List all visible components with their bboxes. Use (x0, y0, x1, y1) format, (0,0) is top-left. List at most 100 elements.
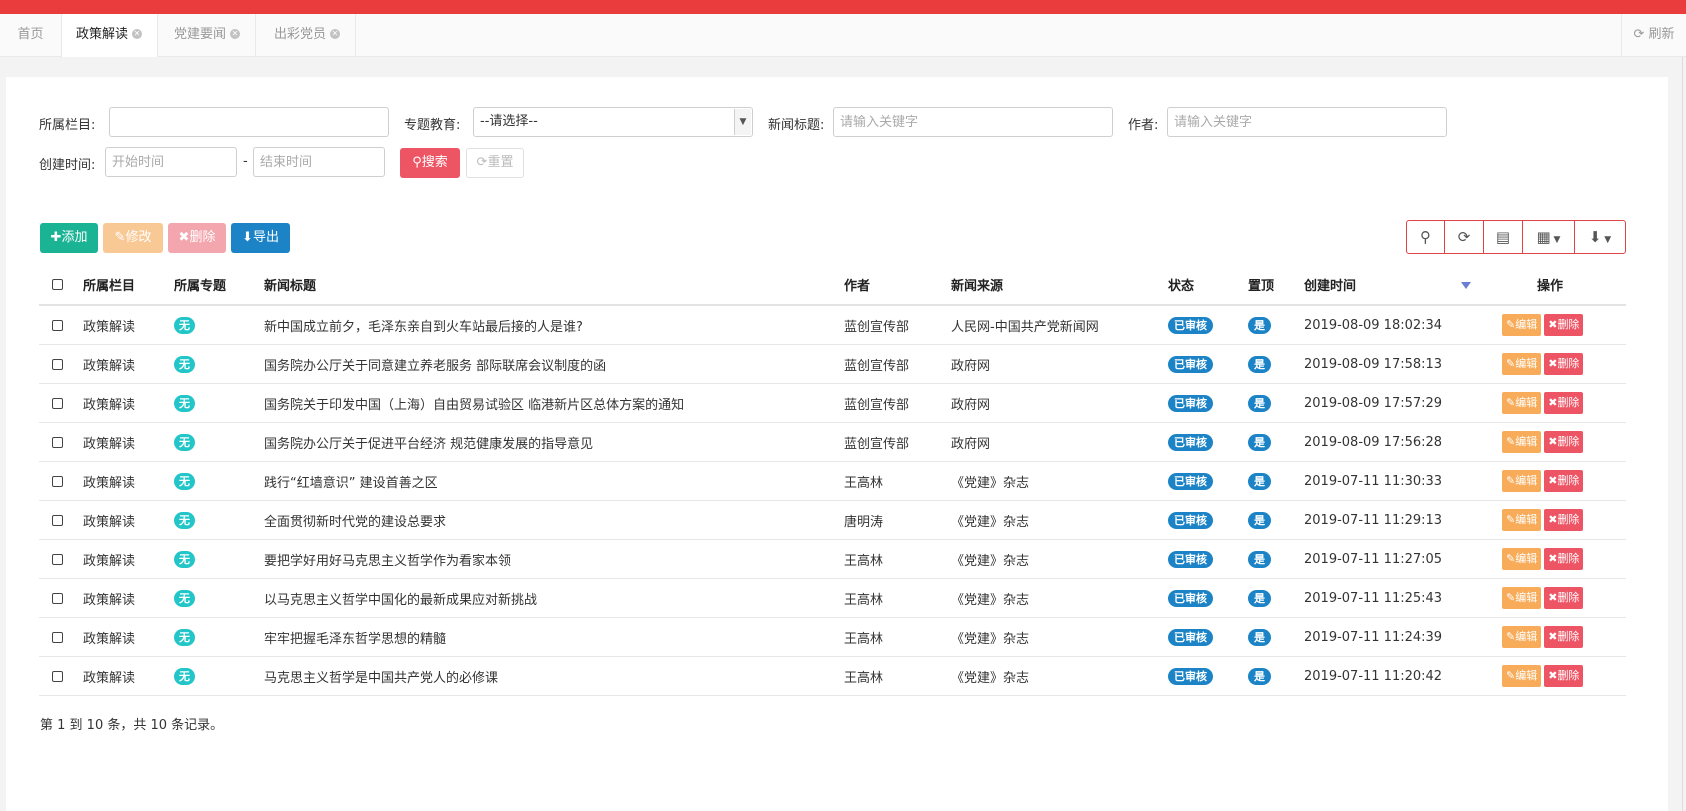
row-delete-button[interactable]: ✖删除 (1544, 587, 1584, 609)
select-all-checkbox[interactable] (52, 264, 63, 304)
table-row[interactable]: 政策解读 无 新中国成立前夕，毛泽东亲自到火车站最后接的人是谁? 蓝创宣传部 人民网-中… (39, 306, 1626, 345)
table-row[interactable]: 政策解读 无 国务院关于印发中国（上海）自由贸易试验区 临港新片区总体方案的通知 蓝创… (39, 384, 1626, 423)
row-checkbox[interactable] (52, 384, 63, 422)
header-topic[interactable]: 所属专题 (174, 264, 226, 304)
row-edit-button[interactable]: ✎编辑 (1502, 470, 1542, 492)
tab-policy[interactable]: 政策解读 ✕ (62, 14, 158, 57)
header-status[interactable]: 状态 (1168, 264, 1194, 304)
header-source[interactable]: 新闻来源 (951, 264, 1003, 304)
table-row[interactable]: 政策解读 无 全面贯彻新时代党的建设总要求 唐明涛 《党建》杂志 已审核 是 2019-07-… (39, 501, 1626, 540)
table-row[interactable]: 政策解读 无 国务院办公厅关于促进平台经济 规范健康发展的指导意见 蓝创宣传部 政府网 已… (39, 423, 1626, 462)
row-checkbox[interactable] (52, 462, 63, 500)
row-edit-button[interactable]: ✎编辑 (1502, 587, 1542, 609)
sort-desc-icon[interactable] (1461, 282, 1471, 289)
edit-icon: ✎ (1506, 591, 1516, 604)
cell-title: 新中国成立前夕，毛泽东亲自到火车站最后接的人是谁? (264, 319, 583, 335)
title-search-input[interactable] (833, 107, 1113, 137)
top-badge: 是 (1248, 394, 1271, 412)
row-edit-label: 编辑 (1515, 318, 1538, 331)
tab-outstanding-members[interactable]: 出彩党员 ✕ (256, 14, 356, 56)
row-delete-label: 删除 (1557, 630, 1580, 643)
row-delete-button[interactable]: ✖删除 (1544, 431, 1584, 453)
cell-source: 政府网 (951, 358, 991, 374)
edit-button[interactable]: ✎修改 (103, 223, 163, 253)
cell-status: 已审核 (1168, 345, 1213, 383)
tab-home[interactable]: 首页 (0, 14, 62, 56)
row-edit-button[interactable]: ✎编辑 (1502, 314, 1542, 336)
row-edit-button[interactable]: ✎编辑 (1502, 392, 1542, 414)
row-edit-button[interactable]: ✎编辑 (1502, 353, 1542, 375)
cell-topic: 无 (174, 540, 195, 578)
reset-button[interactable]: ⟳重置 (466, 148, 524, 178)
close-icon[interactable]: ✕ (330, 28, 341, 39)
row-checkbox[interactable] (52, 423, 63, 461)
row-checkbox[interactable] (52, 657, 63, 695)
row-checkbox[interactable] (52, 345, 63, 383)
row-edit-button[interactable]: ✎编辑 (1502, 665, 1542, 687)
cell-created: 2019-07-11 11:24:39 (1304, 629, 1443, 645)
table-row[interactable]: 政策解读 无 国务院办公厅关于同意建立养老服务 部际联席会议制度的函 蓝创宣传部 政府网… (39, 345, 1626, 384)
topic-select[interactable]: --请选择-- ▼ (473, 107, 753, 137)
edit-label: 修改 (125, 230, 152, 245)
row-checkbox[interactable] (52, 501, 63, 539)
table-row[interactable]: 政策解读 无 牢牢把握毛泽东哲学思想的精髓 王高林 《党建》杂志 已审核 是 2019-07-… (39, 618, 1626, 657)
cell-created: 2019-07-11 11:27:05 (1304, 551, 1443, 567)
header-title[interactable]: 新闻标题 (264, 264, 316, 304)
row-checkbox[interactable] (52, 618, 63, 656)
cell-status: 已审核 (1168, 540, 1213, 578)
row-checkbox[interactable] (52, 540, 63, 578)
header-top[interactable]: 置顶 (1248, 264, 1274, 304)
author-search-input[interactable] (1167, 107, 1447, 137)
tab-label: 出彩党员 (274, 27, 327, 42)
header-created[interactable]: 创建时间 (1304, 264, 1356, 304)
columns-dropdown-button[interactable]: ▦ ▼ (1523, 221, 1575, 253)
row-edit-button[interactable]: ✎编辑 (1502, 509, 1542, 531)
add-button[interactable]: ✚添加 (40, 223, 98, 253)
toggle-view-button[interactable]: ▤ (1484, 221, 1523, 253)
refresh-tab-button[interactable]: ⟳ 刷新 (1621, 14, 1686, 56)
table-row[interactable]: 政策解读 无 要把学好用好马克思主义哲学作为看家本领 王高林 《党建》杂志 已审核 是 201… (39, 540, 1626, 579)
row-edit-button[interactable]: ✎编辑 (1502, 626, 1542, 648)
cell-author: 蓝创宣传部 (844, 319, 910, 335)
cell-topic: 无 (174, 345, 195, 383)
cell-column: 政策解读 (83, 436, 136, 452)
row-delete-button[interactable]: ✖删除 (1544, 665, 1584, 687)
row-delete-button[interactable]: ✖删除 (1544, 392, 1584, 414)
end-time-input[interactable] (253, 147, 385, 177)
toggle-search-button[interactable]: ⚲ (1407, 221, 1445, 253)
top-badge: 是 (1248, 355, 1271, 373)
search-button[interactable]: ⚲搜索 (400, 148, 460, 178)
table-row[interactable]: 政策解读 无 践行“红墙意识” 建设首善之区 王高林 《党建》杂志 已审核 是 2019-07… (39, 462, 1626, 501)
scrollbar[interactable] (1682, 57, 1683, 811)
cell-source: 人民网-中国共产党新闻网 (951, 319, 1099, 335)
edit-icon: ✎ (1506, 513, 1516, 526)
row-delete-button[interactable]: ✖删除 (1544, 470, 1584, 492)
row-delete-button[interactable]: ✖删除 (1544, 314, 1584, 336)
delete-button[interactable]: ✖删除 (168, 223, 226, 253)
export-dropdown-button[interactable]: ⬇ ▼ (1575, 221, 1625, 253)
top-badge: 是 (1248, 433, 1271, 451)
topic-badge: 无 (174, 628, 195, 646)
pagination-info: 第 1 到 10 条，共 10 条记录。 (40, 718, 224, 733)
export-button[interactable]: ⬇导出 (231, 223, 290, 253)
column-input[interactable] (109, 107, 389, 137)
row-delete-button[interactable]: ✖删除 (1544, 509, 1584, 531)
table-row[interactable]: 政策解读 无 马克思主义哲学是中国共产党人的必修课 王高林 《党建》杂志 已审核 是 2019… (39, 657, 1626, 696)
tab-party-news[interactable]: 党建要闻 ✕ (158, 14, 256, 56)
close-icon[interactable]: ✕ (230, 28, 241, 39)
start-time-input[interactable] (105, 147, 237, 177)
row-delete-button[interactable]: ✖删除 (1544, 353, 1584, 375)
cell-actions: ✎编辑 ✖删除 (1502, 423, 1586, 461)
row-checkbox[interactable] (52, 306, 63, 344)
row-edit-button[interactable]: ✎编辑 (1502, 548, 1542, 570)
table-row[interactable]: 政策解读 无 以马克思主义哲学中国化的最新成果应对新挑战 王高林 《党建》杂志 已审核 是 2… (39, 579, 1626, 618)
row-checkbox[interactable] (52, 579, 63, 617)
cell-actions: ✎编辑 ✖删除 (1502, 306, 1586, 344)
row-edit-button[interactable]: ✎编辑 (1502, 431, 1542, 453)
header-column[interactable]: 所属栏目 (83, 264, 135, 304)
row-delete-button[interactable]: ✖删除 (1544, 626, 1584, 648)
row-delete-button[interactable]: ✖删除 (1544, 548, 1584, 570)
header-author[interactable]: 作者 (844, 264, 870, 304)
close-icon[interactable]: ✕ (132, 28, 143, 39)
refresh-table-button[interactable]: ⟳ (1445, 221, 1484, 253)
